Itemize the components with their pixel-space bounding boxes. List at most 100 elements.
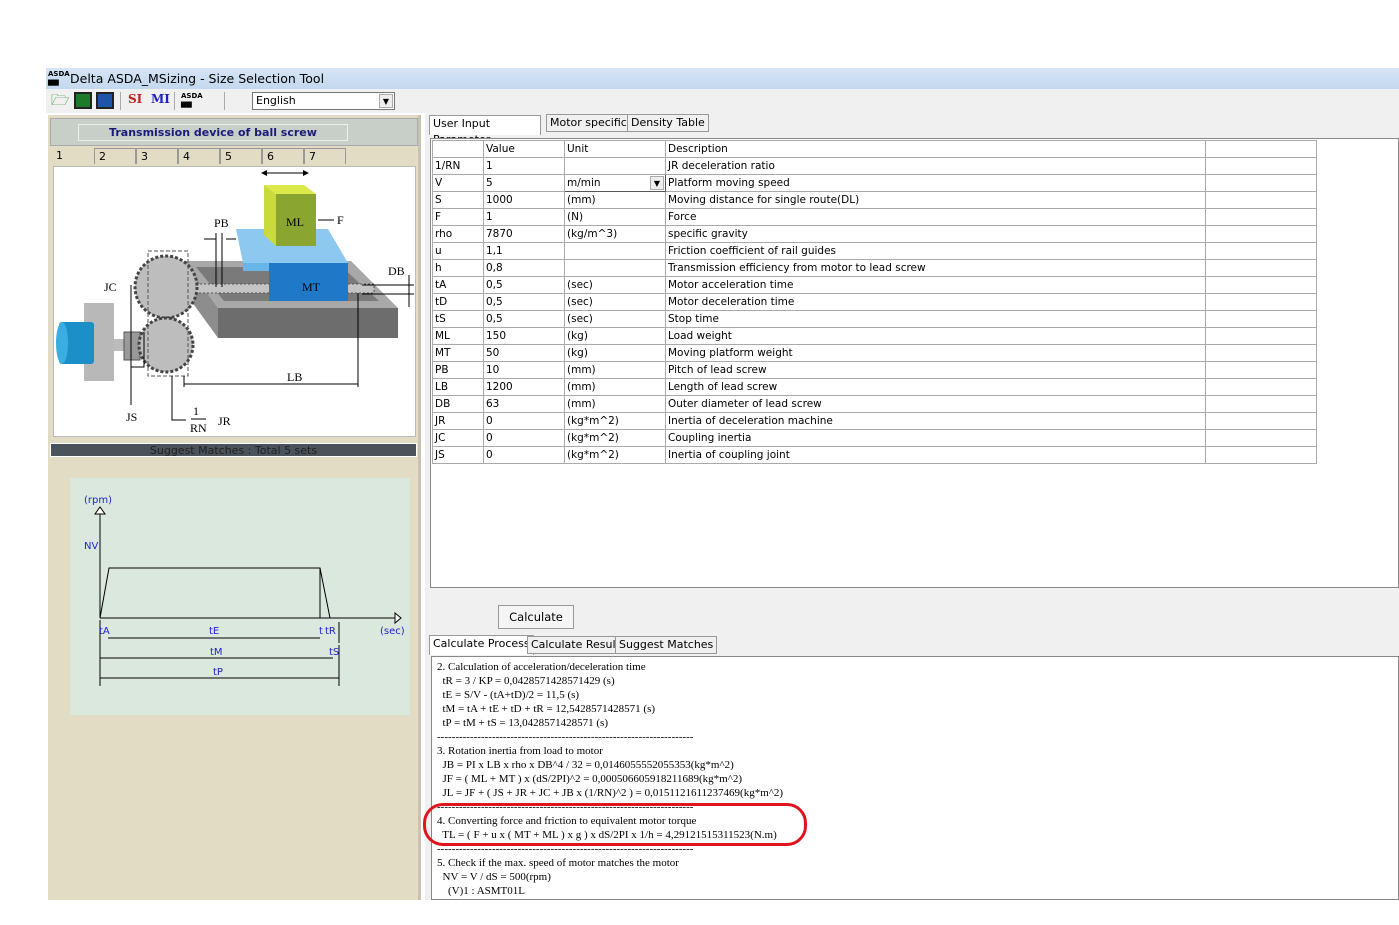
cell-param: ML — [432, 327, 484, 345]
cell-value[interactable]: 7870 — [483, 225, 565, 243]
table-row: JR 0 (kg*m^2) Inertia of deceleration machi… — [432, 412, 1317, 430]
label-jc: JC — [104, 280, 117, 294]
table-header: Value Unit Description — [432, 140, 1317, 158]
cell-unit[interactable]: (sec) — [564, 293, 666, 311]
device-tab-5[interactable]: 5 — [220, 148, 262, 164]
cell-unit[interactable]: (N) — [564, 208, 666, 226]
cell-description: Moving distance for single route(DL) — [665, 191, 1206, 209]
cell-unit[interactable] — [564, 242, 666, 260]
cell-unit[interactable]: m/min ▼ — [564, 174, 666, 192]
cell-description: Force — [665, 208, 1206, 226]
cell-value[interactable]: 1000 — [483, 191, 565, 209]
cell-unit[interactable]: (kg*m^2) — [564, 446, 666, 464]
profile-ta: tA — [99, 626, 110, 637]
cell-value[interactable]: 0,5 — [483, 293, 565, 311]
cell-unit[interactable]: (mm) — [564, 378, 666, 396]
cell-description: specific gravity — [665, 225, 1206, 243]
process-line: NV = V / dS = 500(rpm) — [437, 871, 551, 883]
device-tab-6[interactable]: 6 — [262, 148, 304, 164]
device-tab-2[interactable]: 2 — [94, 148, 136, 164]
device-tab-4[interactable]: 4 — [178, 148, 220, 164]
device-tab-1[interactable]: 1 — [52, 148, 94, 164]
process-line: JB = PI x LB x rho x DB^4 / 32 = 0,01460… — [437, 759, 734, 771]
label-jr: JR — [218, 414, 231, 428]
mi-units-icon[interactable]: MI — [151, 92, 171, 109]
open-folder-icon[interactable]: 🗁 — [51, 92, 70, 109]
cell-extra — [1205, 429, 1317, 447]
cell-value[interactable]: 0,8 — [483, 259, 565, 277]
table-row: V 5 m/min ▼ Platform moving speed — [432, 174, 1317, 192]
cell-unit[interactable]: (kg/m^3) — [564, 225, 666, 243]
table-row: S 1000 (mm) Moving distance for single rout… — [432, 191, 1317, 209]
cell-unit[interactable]: (sec) — [564, 276, 666, 294]
save-green-icon[interactable] — [74, 92, 92, 109]
speed-profile-diagram: (rpm) NV (sec) tA tE t tR tM tS tP — [70, 478, 410, 715]
tab-suggest-matches[interactable]: Suggest Matches — [615, 636, 718, 654]
cell-value[interactable]: 10 — [483, 361, 565, 379]
cell-value[interactable]: 0,5 — [483, 310, 565, 328]
language-value: English — [256, 94, 296, 107]
cell-value[interactable]: 63 — [483, 395, 565, 413]
suggest-matches-bar: Suggest Matches : Total 5 sets — [50, 443, 417, 457]
cell-value[interactable]: 1 — [483, 208, 565, 226]
profile-y-unit: (rpm) — [84, 495, 112, 506]
language-select[interactable]: English ▼ — [252, 92, 395, 110]
cell-unit[interactable]: (mm) — [564, 395, 666, 413]
cell-unit[interactable]: (kg) — [564, 344, 666, 362]
cell-value[interactable]: 1200 — [483, 378, 565, 396]
process-line: 2. Calculation of acceleration/decelerat… — [437, 661, 646, 673]
chevron-down-icon[interactable]: ▼ — [379, 94, 393, 108]
cell-value[interactable]: 50 — [483, 344, 565, 362]
cell-value[interactable]: 150 — [483, 327, 565, 345]
cell-param: h — [432, 259, 484, 277]
device-title-bar: Transmission device of ball screw — [50, 118, 418, 146]
base-front — [218, 308, 398, 338]
cell-value[interactable]: 0 — [483, 429, 565, 447]
header-name — [432, 140, 484, 158]
tab-density-table[interactable]: Density Table — [627, 114, 709, 132]
cell-value[interactable]: 5 — [483, 174, 565, 192]
cell-extra — [1205, 242, 1317, 260]
cell-value[interactable]: 0 — [483, 412, 565, 430]
cell-extra — [1205, 157, 1317, 175]
parameter-table: Value Unit Description 1/RN 1 JR decelerat… — [432, 140, 1317, 464]
cell-description: Friction coefficient of rail guides — [665, 242, 1206, 260]
process-line: 3. Rotation inertia from load to motor — [437, 745, 603, 757]
cell-unit[interactable] — [564, 259, 666, 277]
tab-calculate-result[interactable]: Calculate Result — [527, 636, 624, 654]
cell-unit[interactable]: (sec) — [564, 310, 666, 328]
asda-motor-icon[interactable]: ASDA ▆▆ — [181, 92, 203, 109]
label-lb: LB — [287, 370, 302, 384]
save-blue-icon[interactable] — [96, 92, 114, 109]
table-row: rho 7870 (kg/m^3) specific gravity — [432, 225, 1317, 243]
calculate-process-text: 2. Calculation of acceleration/decelerat… — [431, 656, 1399, 900]
cell-extra — [1205, 191, 1317, 209]
cell-unit[interactable]: (mm) — [564, 361, 666, 379]
tab-motor-specific[interactable]: Motor specific — [546, 114, 631, 132]
si-units-icon[interactable]: SI — [128, 92, 148, 109]
cell-value[interactable]: 1 — [483, 157, 565, 175]
calculate-button[interactable]: Calculate — [498, 605, 574, 629]
cell-extra — [1205, 344, 1317, 362]
cell-value[interactable]: 0,5 — [483, 276, 565, 294]
cell-extra — [1205, 208, 1317, 226]
cell-value[interactable]: 0 — [483, 446, 565, 464]
cell-unit[interactable]: (kg*m^2) — [564, 429, 666, 447]
cell-unit[interactable]: (kg*m^2) — [564, 412, 666, 430]
cell-unit[interactable]: (kg) — [564, 327, 666, 345]
chevron-down-icon[interactable]: ▼ — [650, 176, 664, 190]
cell-param: tD — [432, 293, 484, 311]
label-pb: PB — [214, 216, 229, 230]
tab-user-input-parameter[interactable]: User Input Parameter — [429, 115, 541, 146]
process-line: tM = tA + tE + tD + tR = 12,542857142857… — [437, 703, 656, 715]
device-tab-7[interactable]: 7 — [304, 148, 346, 164]
device-tab-3[interactable]: 3 — [136, 148, 178, 164]
title-bar: ASDA ▆▆ Delta ASDA_MSizing - Size Selecti… — [46, 68, 1399, 89]
cell-unit[interactable]: (mm) — [564, 191, 666, 209]
cell-param: PB — [432, 361, 484, 379]
profile-tr: tR — [325, 626, 336, 637]
cell-unit[interactable] — [564, 157, 666, 175]
tab-calculate-process[interactable]: Calculate Process — [429, 635, 534, 655]
cell-value[interactable]: 1,1 — [483, 242, 565, 260]
cell-extra — [1205, 225, 1317, 243]
